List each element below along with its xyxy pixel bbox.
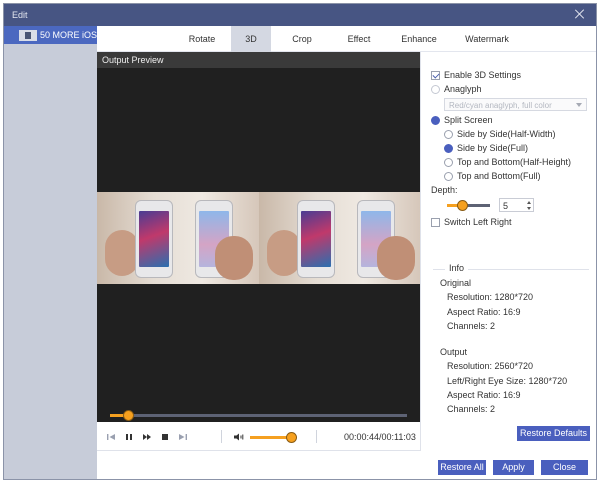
phone-image bbox=[135, 200, 173, 278]
edit-window: Edit 50 MORE iOS ... Rotate 3D Crop Effe… bbox=[3, 3, 597, 480]
original-aspect-ratio: Aspect Ratio: 16:9 bbox=[447, 307, 521, 317]
increment-icon[interactable] bbox=[527, 201, 531, 204]
video-thumbnail-icon bbox=[19, 30, 37, 41]
top-bottom-full-label: Top and Bottom(Full) bbox=[457, 171, 541, 181]
info-legend: Info bbox=[445, 263, 469, 273]
output-aspect-ratio: Aspect Ratio: 16:9 bbox=[447, 390, 521, 400]
apply-button[interactable]: Apply bbox=[493, 460, 534, 475]
depth-label: Depth: bbox=[431, 185, 458, 195]
chevron-down-icon bbox=[576, 103, 582, 107]
tab-rotate[interactable]: Rotate bbox=[177, 26, 227, 52]
enable-3d-label: Enable 3D Settings bbox=[444, 70, 522, 80]
top-bottom-half-label: Top and Bottom(Half-Height) bbox=[457, 157, 572, 167]
switch-left-right-checkbox[interactable] bbox=[431, 218, 440, 227]
side-by-side-full-label: Side by Side(Full) bbox=[457, 143, 529, 153]
close-window-icon[interactable] bbox=[573, 7, 587, 21]
tab-3d[interactable]: 3D bbox=[231, 26, 271, 52]
volume-slider[interactable] bbox=[250, 432, 297, 443]
window-title: Edit bbox=[12, 10, 28, 20]
anaglyph-mode-select[interactable]: Red/cyan anaglyph, full color bbox=[444, 98, 587, 111]
anaglyph-label: Anaglyph bbox=[444, 84, 482, 94]
output-preview-panel: Output Preview bbox=[97, 52, 420, 422]
top-bottom-full-radio[interactable] bbox=[444, 172, 453, 181]
output-resolution: Resolution: 2560*720 bbox=[447, 361, 534, 371]
restore-defaults-button[interactable]: Restore Defaults bbox=[517, 426, 590, 441]
skip-forward-icon[interactable] bbox=[177, 431, 189, 443]
switch-left-right-label: Switch Left Right bbox=[444, 217, 512, 227]
tab-enhance[interactable]: Enhance bbox=[391, 26, 447, 52]
anaglyph-mode-value: Red/cyan anaglyph, full color bbox=[449, 101, 552, 110]
right-eye-view bbox=[258, 192, 420, 284]
top-bottom-half-radio[interactable] bbox=[444, 158, 453, 167]
side-by-side-full-radio[interactable] bbox=[444, 144, 453, 153]
title-bar: Edit bbox=[4, 4, 596, 26]
pause-icon[interactable] bbox=[123, 431, 135, 443]
phone-image bbox=[296, 200, 335, 278]
tab-crop[interactable]: Crop bbox=[277, 26, 327, 52]
playback-controls: 00:00:44/00:11:03 bbox=[97, 422, 420, 451]
3d-settings-panel: Enable 3D Settings Anaglyph Red/cyan ana… bbox=[420, 52, 596, 451]
original-resolution: Resolution: 1280*720 bbox=[447, 292, 534, 302]
output-channels: Channels: 2 bbox=[447, 404, 496, 414]
time-readout: 00:00:44/00:11:03 bbox=[344, 432, 416, 442]
depth-handle[interactable] bbox=[457, 200, 469, 211]
skip-back-icon[interactable] bbox=[105, 431, 117, 443]
volume-handle[interactable] bbox=[285, 432, 297, 443]
restore-all-button[interactable]: Restore All bbox=[438, 460, 486, 475]
side-by-side-half-radio[interactable] bbox=[444, 130, 453, 139]
seek-bar[interactable] bbox=[110, 410, 407, 421]
depth-spinbox[interactable]: 5 bbox=[499, 198, 534, 212]
seek-handle[interactable] bbox=[122, 410, 134, 421]
anaglyph-radio[interactable] bbox=[431, 85, 440, 94]
split-screen-label: Split Screen bbox=[444, 115, 493, 125]
original-channels: Channels: 2 bbox=[447, 321, 496, 331]
split-screen-radio[interactable] bbox=[431, 116, 440, 125]
side-by-side-half-label: Side by Side(Half-Width) bbox=[457, 129, 556, 139]
fast-forward-icon[interactable] bbox=[141, 431, 153, 443]
preview-header: Output Preview bbox=[97, 52, 420, 68]
tab-watermark[interactable]: Watermark bbox=[455, 26, 519, 52]
stop-icon[interactable] bbox=[159, 431, 171, 443]
depth-value: 5 bbox=[503, 201, 509, 211]
original-heading: Original bbox=[440, 278, 472, 288]
edit-tabs: Rotate 3D Crop Effect Enhance Watermark bbox=[97, 26, 596, 52]
tab-effect[interactable]: Effect bbox=[333, 26, 385, 52]
file-list-sidebar: 50 MORE iOS ... bbox=[4, 26, 107, 479]
close-button[interactable]: Close bbox=[541, 460, 588, 475]
output-heading: Output bbox=[440, 347, 468, 357]
enable-3d-checkbox[interactable] bbox=[431, 71, 440, 80]
decrement-icon[interactable] bbox=[527, 207, 531, 210]
volume-level bbox=[250, 436, 291, 439]
depth-slider[interactable] bbox=[447, 200, 490, 211]
left-eye-view bbox=[97, 192, 259, 284]
volume-icon[interactable] bbox=[233, 431, 245, 443]
video-frame bbox=[97, 192, 420, 284]
output-eye-size: Left/Right Eye Size: 1280*720 bbox=[447, 376, 568, 386]
footer-buttons: Restore All Apply Close bbox=[97, 451, 596, 479]
file-list-item[interactable]: 50 MORE iOS ... bbox=[4, 26, 107, 44]
